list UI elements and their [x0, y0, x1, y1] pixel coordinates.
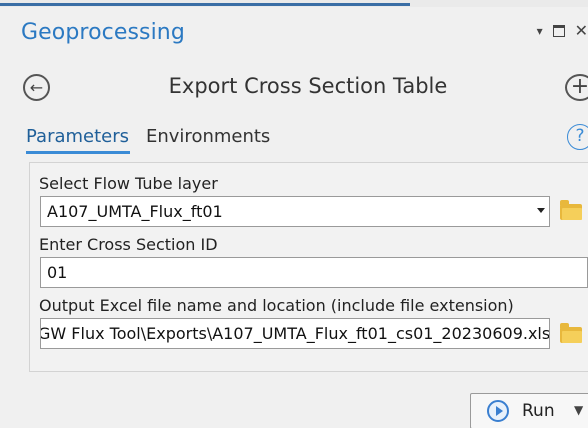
flow-tube-label: Select Flow Tube layer: [39, 174, 218, 193]
cross-section-value: 01: [47, 263, 68, 282]
plus-circle-icon: +: [570, 74, 588, 99]
cross-section-label: Enter Cross Section ID: [39, 235, 218, 254]
active-pane-indicator: [0, 3, 410, 6]
output-file-input[interactable]: GW Flux Tool\Exports\A107_UMTA_Flux_ft01…: [40, 318, 550, 349]
flow-tube-value: A107_UMTA_Flux_ft01: [47, 202, 223, 221]
add-button[interactable]: +: [565, 74, 588, 101]
output-file-value: GW Flux Tool\Exports\A107_UMTA_Flux_ft01…: [40, 324, 550, 343]
chevron-down-icon[interactable]: ▼: [574, 403, 583, 417]
help-button[interactable]: ?: [567, 124, 588, 150]
play-icon: [487, 400, 509, 422]
maximize-icon[interactable]: [552, 25, 565, 37]
active-tab-underline: [26, 151, 130, 154]
flow-tube-dropdown[interactable]: A107_UMTA_Flux_ft01: [40, 196, 550, 227]
tab-environments[interactable]: Environments: [146, 126, 270, 147]
pane-controls: ▾ ✕: [537, 22, 588, 40]
tool-title: Export Cross Section Table: [168, 74, 448, 98]
pane-top-strip: [0, 0, 588, 7]
pane-menu-icon[interactable]: ▾: [537, 22, 543, 40]
browse-folder-icon[interactable]: [560, 323, 582, 343]
pane-title: Geoprocessing: [21, 20, 185, 45]
browse-folder-icon[interactable]: [560, 200, 582, 220]
close-icon[interactable]: ✕: [575, 22, 588, 40]
output-file-label: Output Excel file name and location (inc…: [39, 296, 514, 315]
tab-parameters[interactable]: Parameters: [26, 126, 129, 147]
help-icon: ?: [575, 126, 585, 146]
chevron-down-icon[interactable]: [537, 208, 545, 213]
run-button[interactable]: Run ▼: [470, 393, 588, 428]
cross-section-input[interactable]: 01: [40, 257, 588, 288]
run-label: Run: [522, 401, 555, 421]
